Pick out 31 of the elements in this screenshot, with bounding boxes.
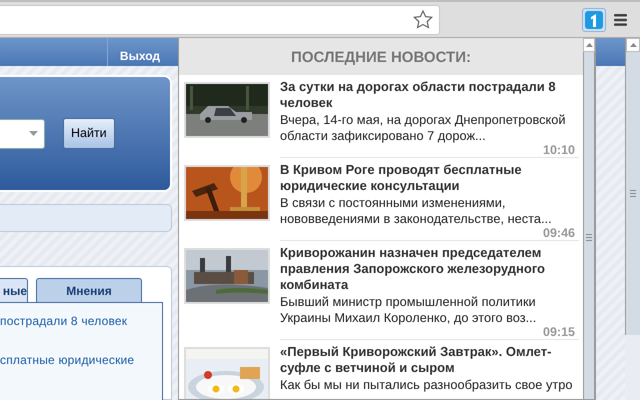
- page-scrollbar[interactable]: [625, 38, 640, 335]
- news-title[interactable]: «Первый Криворожский Завтрак». Омлет-суфле с ветчиной и сыром: [280, 344, 579, 376]
- tab[interactable]: ные: [0, 278, 28, 302]
- news-title[interactable]: За сутки на дорогах области пострадали 8 человек: [280, 79, 579, 111]
- news-summary: Вчера, 14-го мая, на дорогах Днепропетровской области зафиксировано 7 дорож...: [280, 112, 567, 144]
- extension-logo-icon: [585, 10, 603, 28]
- news-title[interactable]: В Кривом Роге проводят бесплатные юридические консультации: [280, 162, 579, 194]
- news-time: 10:10: [542, 144, 575, 156]
- menu-icon: [614, 14, 627, 26]
- news-title[interactable]: Криворожанин назначен председателем правления Запорожского железорудного комбината: [280, 245, 579, 293]
- extension-button[interactable]: [582, 8, 606, 32]
- star-icon[interactable]: [413, 10, 433, 29]
- news-link[interactable]: пострадали 8 человек: [0, 312, 162, 351]
- scroll-up-icon[interactable]: [586, 43, 592, 47]
- top-bar: [596, 38, 625, 66]
- caret-icon: [29, 131, 38, 136]
- popup-title: ПОСЛЕДНИЕ НОВОСТИ:: [179, 38, 583, 75]
- tab[interactable]: Мнения: [36, 278, 142, 302]
- menu-button[interactable]: [614, 14, 627, 26]
- scrollbar[interactable]: [583, 38, 595, 399]
- dropdown-field[interactable]: [0, 118, 45, 148]
- scroll-up-icon[interactable]: [630, 43, 636, 47]
- grip-icon: [586, 234, 592, 241]
- news-time: 09:46: [542, 227, 575, 239]
- news-link[interactable]: сплатные юридические: [0, 351, 162, 390]
- news-summary: Как бы мы ни пытались разнообразить свое утро: [280, 377, 574, 393]
- search-button[interactable]: Найти: [63, 118, 115, 149]
- news-time: 09:15: [542, 326, 575, 338]
- news-summary: Бывший министр промышленной политики Украины Михаил Короленко, до этого воз...: [280, 294, 538, 326]
- news-summary: В связи с постоянными изменениями, нововведениями в законодательстве, неста...: [280, 195, 553, 227]
- grip-icon: [630, 190, 636, 197]
